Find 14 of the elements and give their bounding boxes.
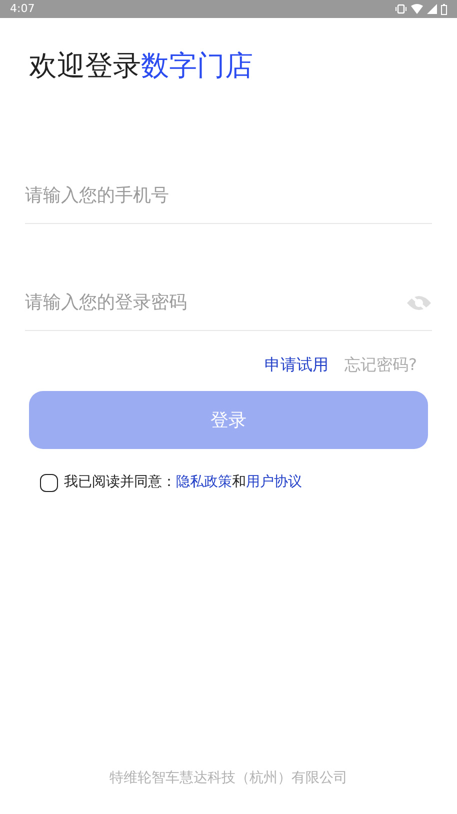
page-title: 欢迎登录数字门店: [29, 48, 254, 84]
agreement-text: 我已阅读并同意：隐私政策和用户协议: [64, 473, 302, 492]
agree-checkbox[interactable]: [40, 474, 58, 492]
wifi-icon: [411, 4, 423, 14]
signal-icon: [427, 4, 437, 14]
vibrate-icon: [395, 4, 407, 14]
apply-trial-link[interactable]: 申请试用: [264, 353, 328, 377]
user-agreement-link[interactable]: 用户协议: [246, 474, 302, 490]
password-field[interactable]: 请输入您的登录密码: [25, 289, 398, 316]
battery-icon: [441, 4, 447, 14]
status-time: 4:07: [10, 0, 35, 17]
privacy-policy-link[interactable]: 隐私政策: [176, 474, 232, 490]
phone-field[interactable]: 请输入您的手机号: [25, 182, 432, 209]
company-footer: 特维轮智车慧达科技（杭州）有限公司: [0, 768, 457, 789]
